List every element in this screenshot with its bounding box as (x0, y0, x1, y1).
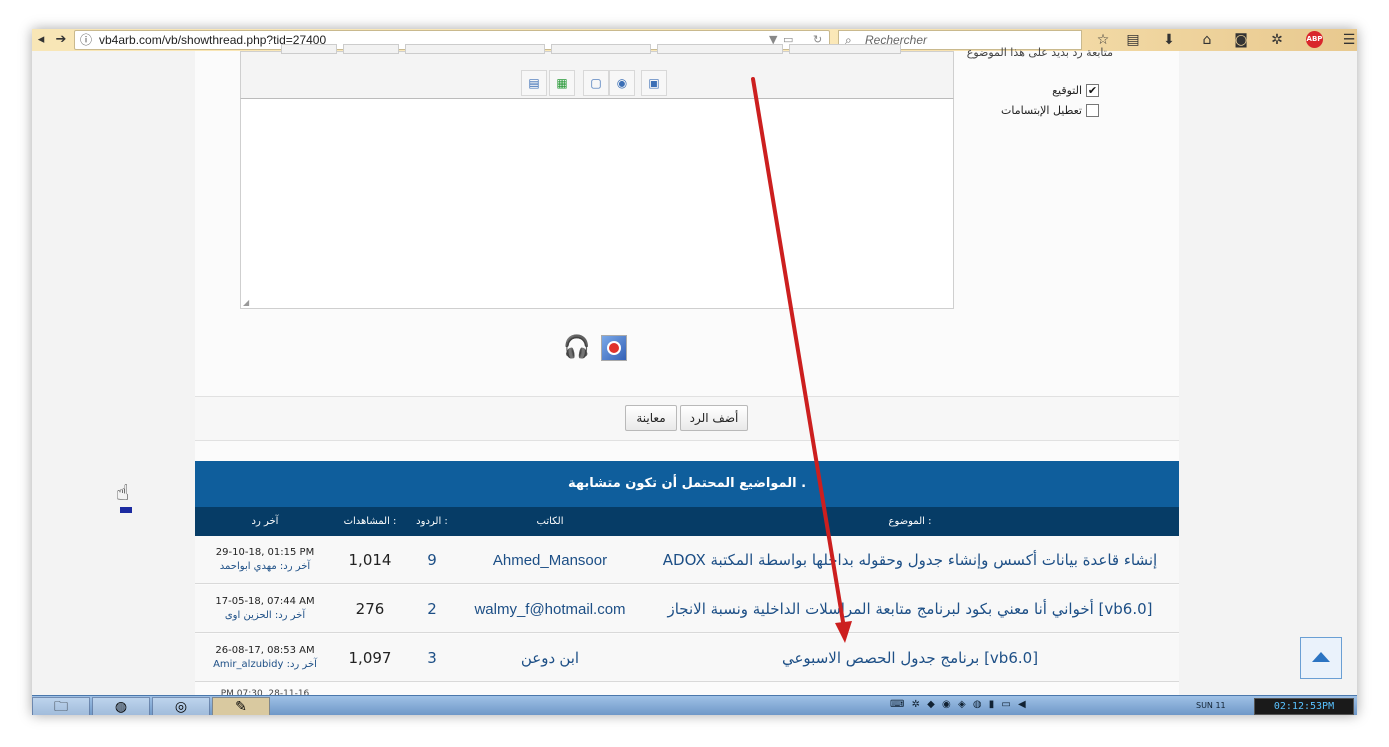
tray-day: SUN 11 (1196, 701, 1226, 710)
up-arrow-icon (1312, 652, 1330, 662)
system-tray: ⌨ ✲ ◆ ◉ ◈ ◍ ▮ ▭ ◀ (890, 699, 1028, 710)
annotation-arrow (751, 77, 852, 643)
file-explorer-icon[interactable]: 🗀 (32, 697, 90, 715)
clock[interactable]: 02:12:53PM (1254, 698, 1354, 715)
taskbar: 🗀 ◍ ◎ ✎ ⌨ ✲ ◆ ◉ ◈ ◍ ▮ ▭ ◀ SUN 11 02:12:5… (32, 695, 1357, 715)
paint-app-icon[interactable]: ✎ (212, 697, 270, 715)
hand-cursor-icon: ☝ (116, 481, 132, 513)
screen: ◂ ➔ ⓘ vb4arb.com/vb/showthread.php?tid=2… (32, 29, 1357, 715)
app-icon[interactable]: ◎ (152, 697, 210, 715)
scroll-to-top-button[interactable] (1300, 637, 1342, 679)
firefox-icon[interactable]: ◍ (92, 697, 150, 715)
